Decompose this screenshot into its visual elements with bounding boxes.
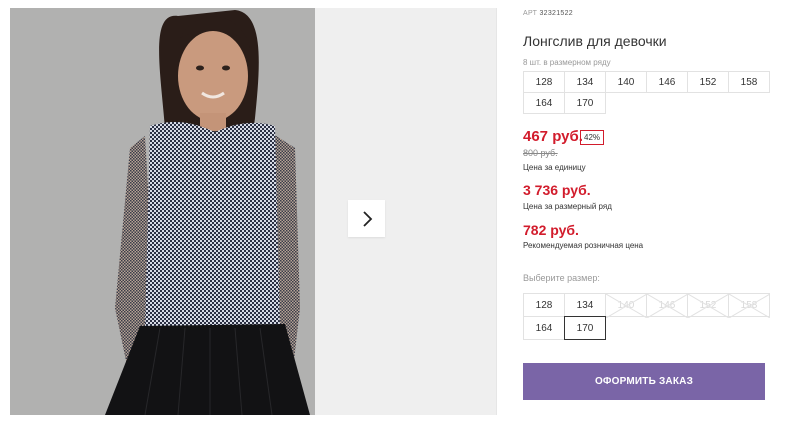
size-option-164[interactable]: 164 [523,316,565,340]
chevron-right-icon [362,210,372,227]
size-set-cell: 128 [523,71,565,93]
size-set-cell: 146 [646,71,688,93]
size-option-128[interactable]: 128 [523,293,565,317]
unavailable-cross-icon [647,294,688,318]
size-option-label: 164 [535,322,553,334]
discount-badge: 42% [580,130,605,145]
size-option-140: 140 [605,293,647,318]
size-set-grid: 128 134 140 146 152 158 164 170 [523,71,770,114]
article-value: 32321522 [539,10,573,17]
size-option-134[interactable]: 134 [564,293,606,317]
retail-price-caption: Рекомендуемая розничная цена [523,241,644,250]
gallery-next-button[interactable] [348,200,385,237]
size-option-170[interactable]: 170 [564,316,606,340]
retail-price: 782 руб. [523,222,579,238]
divider [496,8,497,415]
product-gallery [10,8,496,415]
size-set-cell: 134 [564,71,606,93]
size-set-cell: 158 [728,71,770,93]
set-price: 3 736 руб. [523,182,591,198]
size-option-158: 158 [728,293,770,318]
size-picker: 128 134 140 146 152 158 164 170 [523,293,770,340]
size-set-cell: 152 [687,71,729,93]
girl-photo-illustration [10,8,315,415]
size-set-note: 8 шт. в размерном ряду [523,58,611,67]
article-number: АРТ 32321522 [523,10,573,17]
unit-price: 467 руб. [523,128,583,145]
size-picker-label: Выберите размер: [523,273,600,283]
size-set-cell: 140 [605,71,647,93]
unavailable-cross-icon [688,294,729,318]
size-option-label: 170 [576,322,594,334]
article-label: АРТ [523,10,538,17]
set-price-caption: Цена за размерный ряд [523,202,612,211]
size-set-cell: 164 [523,92,565,114]
product-photo[interactable] [10,8,315,415]
product-title: Лонгслив для девочки [523,33,667,49]
size-option-label: 128 [535,299,553,311]
size-set-cell: 170 [564,92,606,114]
size-option-146: 146 [646,293,688,318]
size-option-label: 134 [576,299,594,311]
size-option-152: 152 [687,293,729,318]
place-order-button[interactable]: ОФОРМИТЬ ЗАКАЗ [523,363,765,400]
unit-price-caption: Цена за единицу [523,163,586,172]
old-price: 800 руб. [523,148,558,158]
unavailable-cross-icon [729,294,770,318]
unavailable-cross-icon [606,294,647,318]
